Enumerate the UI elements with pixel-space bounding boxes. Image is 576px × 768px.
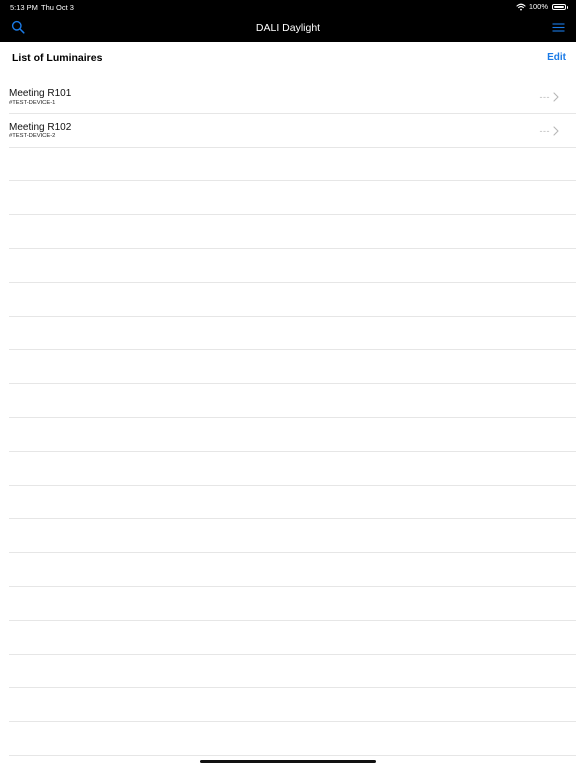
empty-row xyxy=(9,249,576,283)
luminaire-value: --- xyxy=(539,125,550,136)
empty-row xyxy=(9,722,576,756)
luminaire-name: Meeting R101 xyxy=(9,88,72,99)
empty-row xyxy=(9,688,576,723)
chevron-right-icon xyxy=(553,92,559,102)
empty-row xyxy=(9,384,576,418)
section-header: List of Luminaires Edit xyxy=(0,42,576,76)
empty-row xyxy=(9,418,576,452)
nav-bar: DALI Daylight xyxy=(0,14,576,42)
empty-row xyxy=(9,317,576,351)
screen: 5:13 PM Thu Oct 3 100% DALI Daylight Lis… xyxy=(0,0,576,768)
luminaire-device-id: #TEST-DEVICE-1 xyxy=(9,99,56,106)
wifi-icon xyxy=(516,3,526,10)
empty-row xyxy=(9,283,576,317)
empty-row xyxy=(9,553,576,587)
menu-icon[interactable] xyxy=(552,22,565,33)
status-time: 5:13 PM xyxy=(10,3,38,12)
status-date: Thu Oct 3 xyxy=(41,3,74,12)
luminaire-list: Meeting R101 #TEST-DEVICE-1 --- Meeting … xyxy=(0,80,576,756)
status-bar: 5:13 PM Thu Oct 3 100% xyxy=(0,0,576,14)
empty-row xyxy=(9,655,576,689)
battery-percent: 100% xyxy=(528,2,548,11)
empty-row xyxy=(9,181,576,216)
empty-row xyxy=(9,519,576,554)
empty-row xyxy=(9,486,576,520)
nav-title: DALI Daylight xyxy=(255,22,321,34)
luminaire-device-id: #TEST-DEVICE-2 xyxy=(9,133,56,140)
empty-row xyxy=(9,350,576,385)
empty-row xyxy=(9,215,576,249)
home-indicator[interactable] xyxy=(200,760,376,763)
empty-row xyxy=(9,452,576,486)
edit-button[interactable]: Edit xyxy=(547,52,566,63)
battery-icon xyxy=(552,3,568,10)
empty-row xyxy=(9,621,576,655)
luminaire-name: Meeting R102 xyxy=(9,121,72,133)
chevron-right-icon xyxy=(553,126,559,136)
empty-row xyxy=(9,587,576,621)
luminaire-row[interactable]: Meeting R101 #TEST-DEVICE-1 --- xyxy=(9,80,576,114)
luminaire-value: --- xyxy=(539,92,550,102)
section-title: List of Luminaires xyxy=(12,52,103,64)
header: 5:13 PM Thu Oct 3 100% DALI Daylight xyxy=(0,0,576,42)
status-indicators: 100% xyxy=(516,2,568,11)
empty-row xyxy=(9,148,576,182)
luminaire-row[interactable]: Meeting R102 #TEST-DEVICE-2 --- xyxy=(9,114,576,148)
